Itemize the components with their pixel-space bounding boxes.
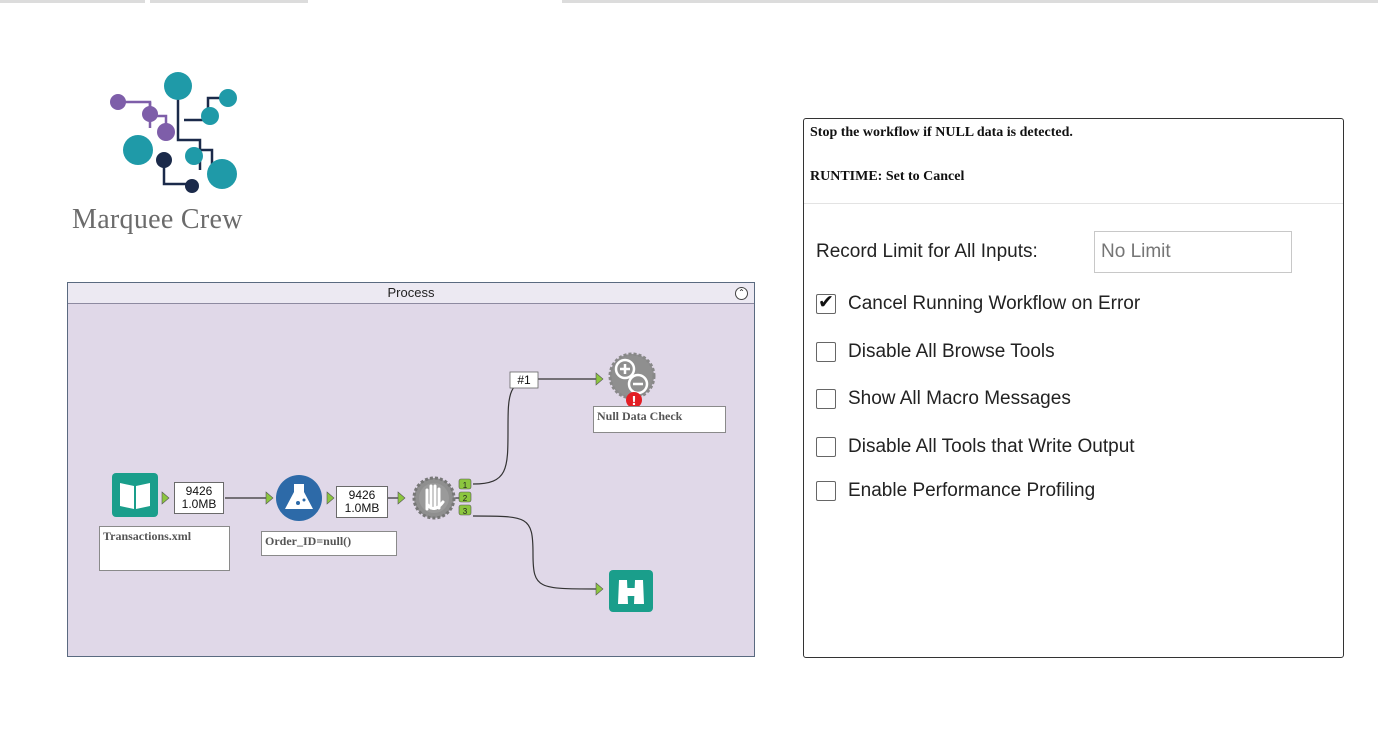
option-label: Show All Macro Messages (848, 388, 1071, 409)
filter-output-anchors[interactable]: 1 2 3 (458, 478, 472, 516)
disable-browse-checkbox[interactable] (816, 342, 836, 362)
cancel-on-error-checkbox[interactable]: ✔ (816, 291, 836, 314)
formula-output-anchor-icon (326, 491, 335, 505)
option-label: Cancel Running Workflow on Error (848, 293, 1141, 314)
top-tab-strip-right (562, 0, 1378, 3)
annotation-text: Stop the workflow if NULL data is detect… (810, 125, 1073, 140)
data-size: 1.0MB (344, 501, 380, 515)
runtime-note: RUNTIME: Set to Cancel (810, 169, 965, 184)
browse-input-anchor-icon (595, 582, 604, 596)
input-data-tool[interactable] (112, 473, 158, 517)
record-count-badge: 9426 1.0MB (174, 482, 224, 514)
formula-input-anchor-icon (265, 491, 274, 505)
filter-test-tool[interactable] (412, 476, 456, 520)
show-macro-messages-checkbox[interactable] (816, 389, 836, 409)
performance-profiling-checkbox[interactable] (816, 481, 836, 501)
connection-label: #1 (517, 373, 531, 387)
connection-to-browse (472, 515, 599, 590)
browse-tool[interactable] (609, 570, 653, 612)
option-disable-write-output[interactable]: Disable All Tools that Write Output (816, 434, 1135, 460)
formula-tool-annotation[interactable]: Order_ID=null() (261, 531, 397, 556)
process-container-header[interactable]: Process ⌃ (68, 283, 754, 304)
process-container-title: Process (387, 285, 435, 300)
marquee-crew-logo: Marquee Crew (72, 70, 282, 240)
option-label: Disable All Browse Tools (848, 341, 1055, 362)
message-tool[interactable] (608, 352, 656, 400)
collapse-container-button[interactable]: ⌃ (735, 287, 748, 300)
option-performance-profiling[interactable]: Enable Performance Profiling (816, 478, 1095, 504)
logo-wordmark: Marquee Crew (72, 204, 243, 235)
workflow-canvas[interactable]: 1 2 3 #1 ! (68, 304, 754, 656)
record-limit-input[interactable] (1094, 231, 1292, 273)
process-container[interactable]: Process ⌃ 1 2 3 #1 ! 9426 1.0MB 9426 1.0… (67, 282, 755, 657)
top-tab-strip-mid (150, 0, 308, 3)
record-limit-label: Record Limit for All Inputs: (816, 241, 1038, 262)
logo-graphic-icon (110, 72, 237, 193)
message-input-anchor-icon (595, 372, 604, 386)
disable-write-output-checkbox[interactable] (816, 437, 836, 457)
option-disable-browse[interactable]: Disable All Browse Tools (816, 339, 1055, 365)
anchor-label-2: 2 (463, 494, 468, 503)
option-label: Disable All Tools that Write Output (848, 436, 1135, 457)
panel-divider (804, 203, 1343, 204)
anchor-label-1: 1 (463, 481, 468, 490)
formula-tool[interactable] (276, 475, 322, 521)
message-tool-annotation[interactable]: Null Data Check (593, 406, 726, 433)
checkmark-icon: ✔ (818, 291, 834, 313)
workflow-configuration-panel: Stop the workflow if NULL data is detect… (803, 118, 1344, 658)
input-tool-annotation[interactable]: Transactions.xml (99, 526, 230, 571)
data-size: 1.0MB (181, 497, 217, 511)
input-output-anchor-icon (161, 491, 170, 505)
option-cancel-on-error[interactable]: ✔ Cancel Running Workflow on Error (816, 291, 1140, 317)
option-label: Enable Performance Profiling (848, 480, 1096, 501)
top-tab-strip-left (0, 0, 145, 3)
connection-to-message (472, 378, 598, 485)
record-count-badge: 9426 1.0MB (336, 486, 388, 518)
option-show-macro-messages[interactable]: Show All Macro Messages (816, 386, 1071, 412)
anchor-label-3: 3 (463, 507, 468, 516)
filter-input-anchor-icon (397, 491, 406, 505)
